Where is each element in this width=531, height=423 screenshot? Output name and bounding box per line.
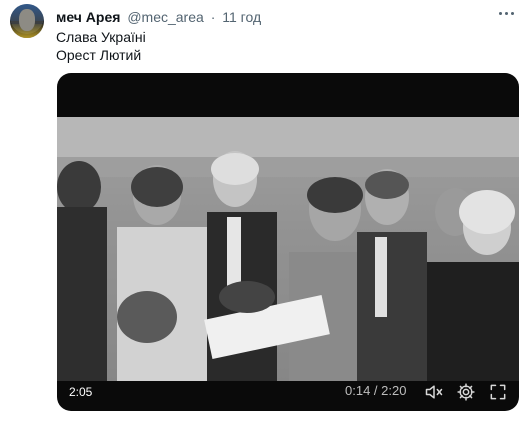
avatar-face [19,9,35,31]
more-dot [504,11,508,15]
more-dot [510,11,514,15]
video-frame[interactable] [57,117,519,381]
display-name[interactable]: меч Арея [56,9,120,25]
video-duration-badge: 2:05 [69,385,93,399]
time-separator: / [370,383,382,398]
mute-button[interactable] [424,382,444,402]
tweet-text-line-1: Слава Україні [56,29,146,45]
avatar[interactable] [10,4,44,38]
fullscreen-button[interactable] [488,382,508,402]
gear-icon [457,383,475,401]
tweet[interactable]: меч Арея @mec_area · 11 год Слава Україн… [0,0,531,423]
total-time: 2:20 [381,383,407,398]
video-player[interactable]: 2:05 0:14 / 2:20 [57,73,519,411]
user-handle[interactable]: @mec_area [127,9,203,25]
header-separator: · [210,9,216,25]
video-frame-image [57,117,519,381]
speaker-muted-icon [425,385,443,399]
video-time-display: 0:14 / 2:20 [345,383,406,399]
current-time: 0:14 [345,383,371,398]
more-dot [498,11,502,15]
settings-button[interactable] [456,382,476,402]
fullscreen-icon [490,384,506,400]
more-options-icon[interactable] [495,6,517,20]
tweet-text-line-2: Орест Лютий [56,47,142,63]
tweet-timestamp[interactable]: 11 год [222,9,261,25]
tweet-header: меч Арея @mec_area · 11 год [56,8,261,26]
